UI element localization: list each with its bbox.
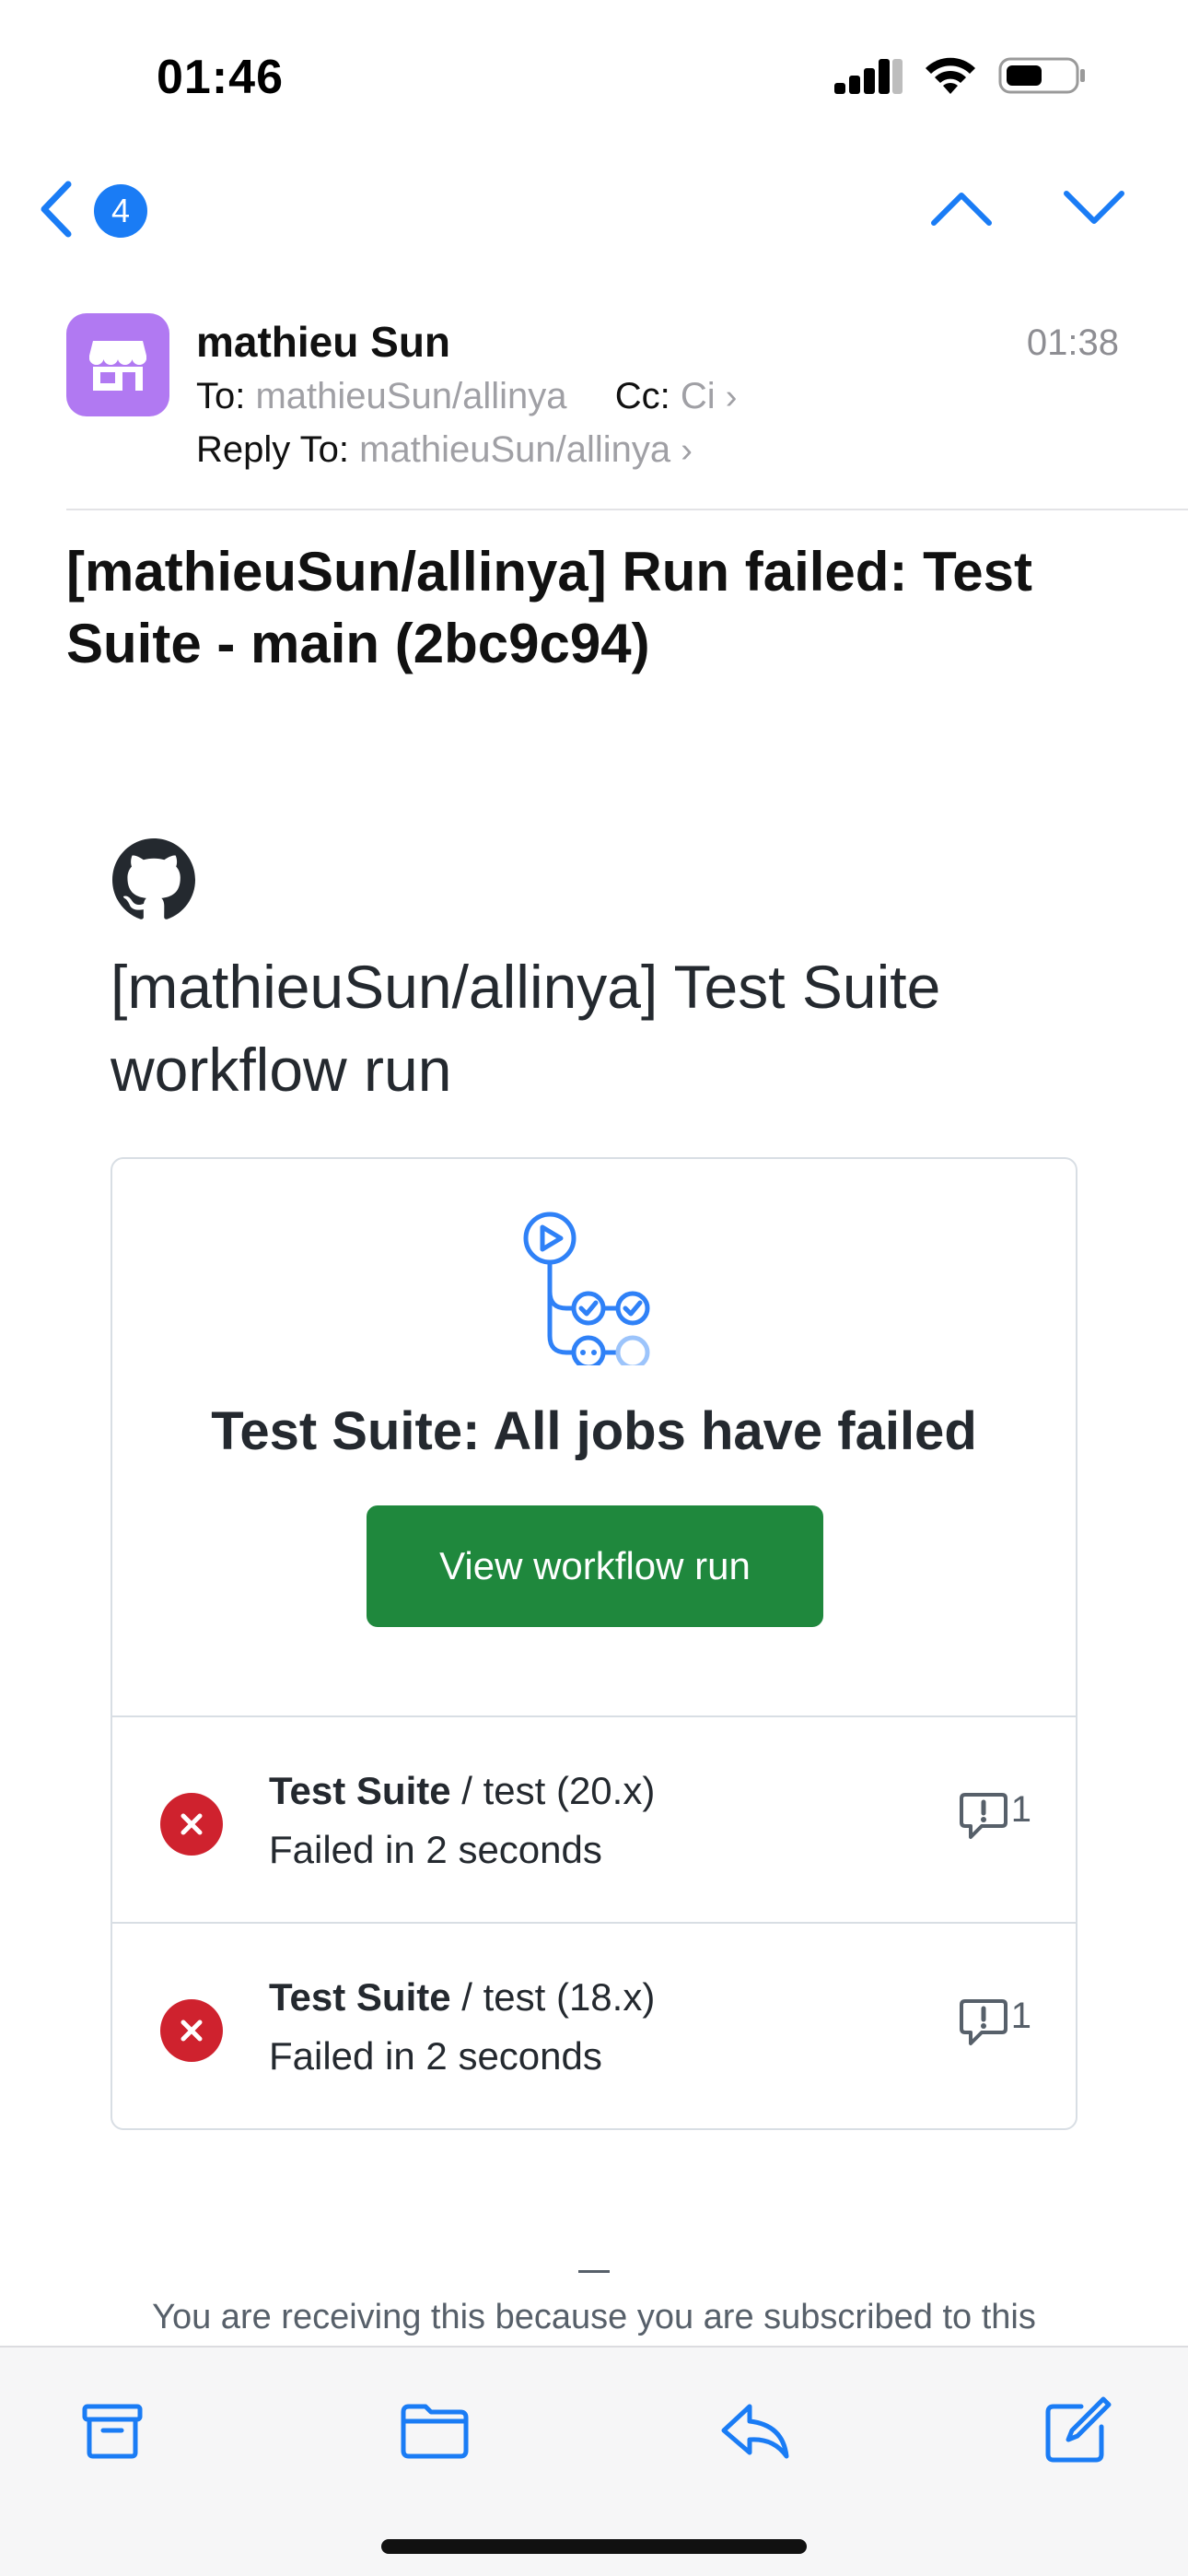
cc-value[interactable]: Ci	[681, 376, 716, 416]
failed-x-circle-icon	[160, 1793, 223, 1856]
annotation-count[interactable]: 1	[959, 1996, 1031, 2047]
unread-count-badge[interactable]: 4	[94, 184, 147, 238]
home-indicator	[381, 2539, 807, 2554]
job-status: Failed in 2 seconds	[269, 1828, 602, 1871]
cc-label: Cc:	[614, 376, 670, 416]
recipients-line[interactable]: To: mathieuSun/allinya Cc: Ci ›	[196, 376, 737, 417]
to-value[interactable]: mathieuSun/allinya	[255, 376, 566, 416]
status-icons	[834, 55, 1087, 96]
next-message-chevron-down-icon[interactable]	[1061, 184, 1127, 230]
email-subject: [mathieuSun/allinya] Run failed: Test Su…	[66, 541, 1033, 674]
workflow-icon	[523, 1212, 650, 1365]
battery-icon	[998, 57, 1085, 94]
email-intro-heading: [mathieuSun/allinya] Test Suite workflow…	[111, 953, 941, 1104]
back-chevron-icon[interactable]	[31, 177, 87, 241]
footer-notice: You are receiving this because you are s…	[152, 2298, 1036, 2336]
job-workflow-name: Test Suite	[269, 1975, 451, 2019]
sender-avatar[interactable]	[66, 313, 169, 416]
job-name[interactable]: Test Suite / test (18.x)	[269, 1975, 655, 2020]
job-title: / test (20.x)	[450, 1769, 656, 1812]
github-logo-icon	[112, 838, 195, 919]
annotation-count-value: 1	[1010, 1789, 1031, 1830]
job-workflow-name: Test Suite	[269, 1769, 451, 1812]
folder-icon[interactable]	[398, 2394, 472, 2467]
reply-to-value[interactable]: mathieuSun/allinya	[359, 429, 670, 470]
message-time: 01:38	[1026, 322, 1119, 363]
footer-separator	[578, 2270, 610, 2273]
archive-box-icon[interactable]	[76, 2394, 149, 2467]
reply-to-label: Reply To:	[196, 429, 350, 470]
job-row[interactable]: Test Suite / test (18.x) Failed in 2 sec…	[112, 1922, 1076, 2128]
workflow-run-card: Test Suite: All jobs have failed View wo…	[111, 1157, 1077, 2130]
compose-icon[interactable]	[1041, 2394, 1114, 2467]
sender-name[interactable]: mathieu Sun	[196, 317, 450, 367]
job-status: Failed in 2 seconds	[269, 2034, 602, 2078]
status-bar: 01:46	[0, 0, 1188, 157]
job-title: / test (18.x)	[450, 1975, 656, 2019]
chevron-right-icon: ›	[681, 431, 693, 470]
view-workflow-run-button[interactable]: View workflow run	[367, 1505, 823, 1627]
reply-to-line[interactable]: Reply To: mathieuSun/allinya ›	[196, 429, 693, 471]
reply-icon[interactable]	[718, 2394, 792, 2467]
cellular-signal-icon	[834, 59, 903, 94]
comment-alert-icon	[959, 1793, 1007, 1839]
to-label: To:	[196, 376, 246, 416]
header-divider	[66, 509, 1188, 510]
job-name[interactable]: Test Suite / test (20.x)	[269, 1769, 655, 1813]
status-time: 01:46	[157, 51, 284, 104]
job-row[interactable]: Test Suite / test (20.x) Failed in 2 sec…	[112, 1715, 1076, 1922]
card-summary: Test Suite: All jobs have failed View wo…	[112, 1159, 1076, 1715]
chevron-right-icon: ›	[725, 378, 738, 416]
failed-x-circle-icon	[160, 1999, 223, 2062]
annotation-count[interactable]: 1	[959, 1789, 1031, 1841]
annotation-count-value: 1	[1010, 1996, 1031, 2036]
previous-message-chevron-up-icon[interactable]	[928, 184, 995, 230]
wifi-icon	[926, 57, 975, 94]
storefront-icon	[89, 341, 146, 391]
card-title: Test Suite: All jobs have failed	[211, 1401, 977, 1461]
comment-alert-icon	[959, 1999, 1007, 2045]
